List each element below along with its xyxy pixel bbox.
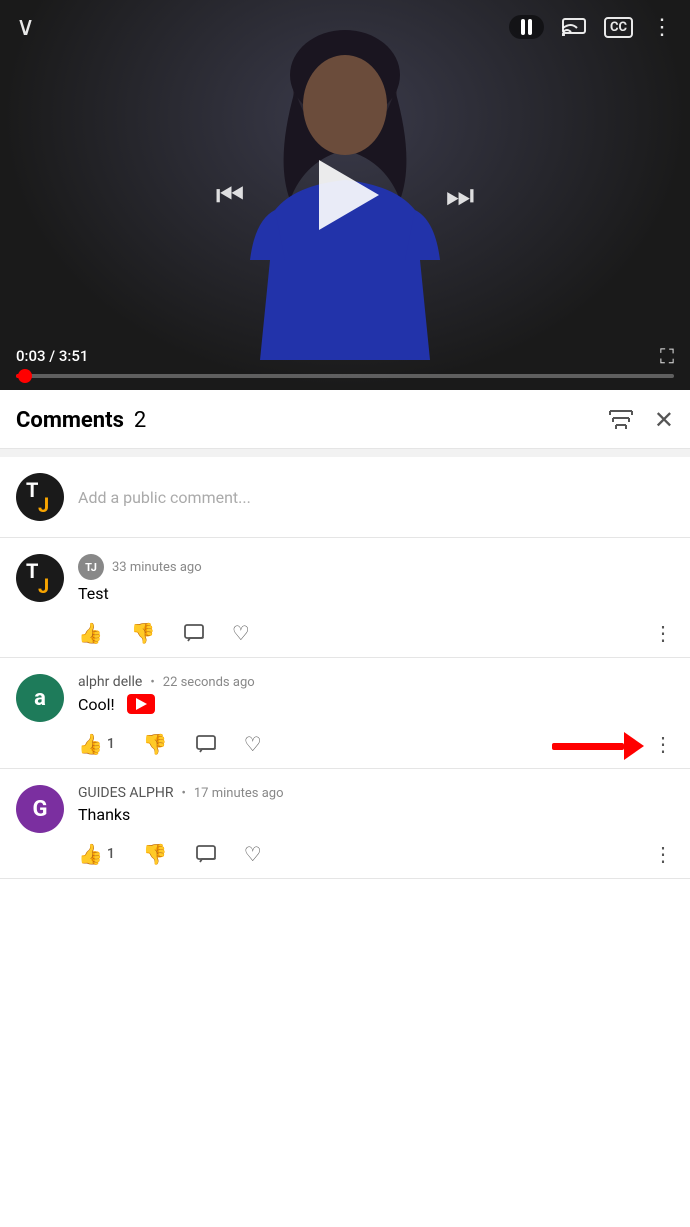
comment-time: 33 minutes ago [112,560,202,575]
progress-dot [18,369,32,383]
chevron-down-icon[interactable]: ∨ [16,12,35,42]
progress-bar[interactable] [16,374,674,378]
comment-meta: GUIDES ALPHR • 17 minutes ago [78,785,674,801]
comment-time-ago: 22 seconds ago [163,675,255,690]
comment-time-ago: 17 minutes ago [194,786,284,801]
comment-actions: 👍 👎 ♡ ⋮ [78,613,674,657]
comment-actions: 👍 1 👎 ♡ ⋮ [78,724,674,768]
more-options-button[interactable]: ⋮ [653,842,674,866]
comments-count: 2 [134,408,146,433]
like-button[interactable]: 👍 [78,621,103,645]
comment-input-row: T J Add a public comment... [0,457,690,538]
video-player[interactable]: ∨ CC ⋮ ⏮ [0,0,690,390]
comment-text: Cool! [78,694,674,714]
previous-button[interactable]: ⏮ [210,175,250,215]
comment-item: G GUIDES ALPHR • 17 minutes ago Thanks 👍… [0,769,690,879]
more-options-button[interactable]: ⋮ [653,732,674,756]
comments-title: Comments [16,408,124,433]
dislike-button[interactable]: 👎 [143,842,168,866]
heart-button[interactable]: ♡ [232,621,250,645]
video-top-bar: ∨ CC ⋮ [0,0,690,54]
comment-author-badge: TJ [78,554,104,580]
section-divider [0,449,690,457]
like-button[interactable]: 👍 1 [78,732,115,756]
dislike-button[interactable]: 👎 [131,621,156,645]
reply-button[interactable] [196,735,216,753]
user-avatar: T J [16,473,64,521]
comment-item: T J TJ 33 minutes ago Test 👍 👎 [0,538,690,658]
cast-icon[interactable] [562,14,586,41]
comment-meta: TJ 33 minutes ago [78,554,674,580]
video-time-display: 0:03 / 3:51 [16,347,88,365]
heart-button[interactable]: ♡ [244,842,262,866]
comment-body: TJ 33 minutes ago Test 👍 👎 ♡ ⋮ [78,554,674,657]
comment-time: • [181,786,185,801]
comment-author: alphr delle [78,674,142,690]
reply-button[interactable] [184,624,204,642]
pause-toggle[interactable] [509,15,544,39]
like-button[interactable]: 👍 1 [78,842,115,866]
close-icon[interactable]: ✕ [654,406,674,434]
comment-body: alphr delle • 22 seconds ago Cool! 👍 1 👎 [78,674,674,768]
avatar: T J [16,554,64,602]
play-button[interactable] [310,160,380,230]
comment-author: GUIDES ALPHR [78,785,173,801]
more-options-icon[interactable]: ⋮ [651,15,674,40]
comments-header: Comments 2 ✕ [0,390,690,449]
video-bottom-bar: 0:03 / 3:51 ⛶ [0,336,690,390]
video-controls: ⏮ ⏭ [210,160,480,230]
comment-text: Thanks [78,805,674,824]
comment-time: • [150,675,154,690]
comment-item: a alphr delle • 22 seconds ago Cool! 👍 1… [0,658,690,769]
comment-input[interactable]: Add a public comment... [78,488,251,507]
comments-section: Comments 2 ✕ T [0,390,690,1227]
comment-actions: 👍 1 👎 ♡ ⋮ [78,834,674,878]
red-arrow-annotation [552,732,644,760]
heart-button[interactable]: ♡ [244,732,262,756]
filter-icon[interactable] [608,407,634,433]
avatar: a [16,674,64,722]
comment-meta: alphr delle • 22 seconds ago [78,674,674,690]
fullscreen-icon[interactable]: ⛶ [660,344,674,368]
avatar: G [16,785,64,833]
more-options-button[interactable]: ⋮ [653,621,674,645]
dislike-button[interactable]: 👎 [143,732,168,756]
youtube-logo [127,694,155,714]
cc-icon[interactable]: CC [604,17,633,38]
comment-text: Test [78,584,674,603]
comment-body: GUIDES ALPHR • 17 minutes ago Thanks 👍 1… [78,785,674,878]
reply-button[interactable] [196,845,216,863]
next-button[interactable]: ⏭ [440,175,480,215]
